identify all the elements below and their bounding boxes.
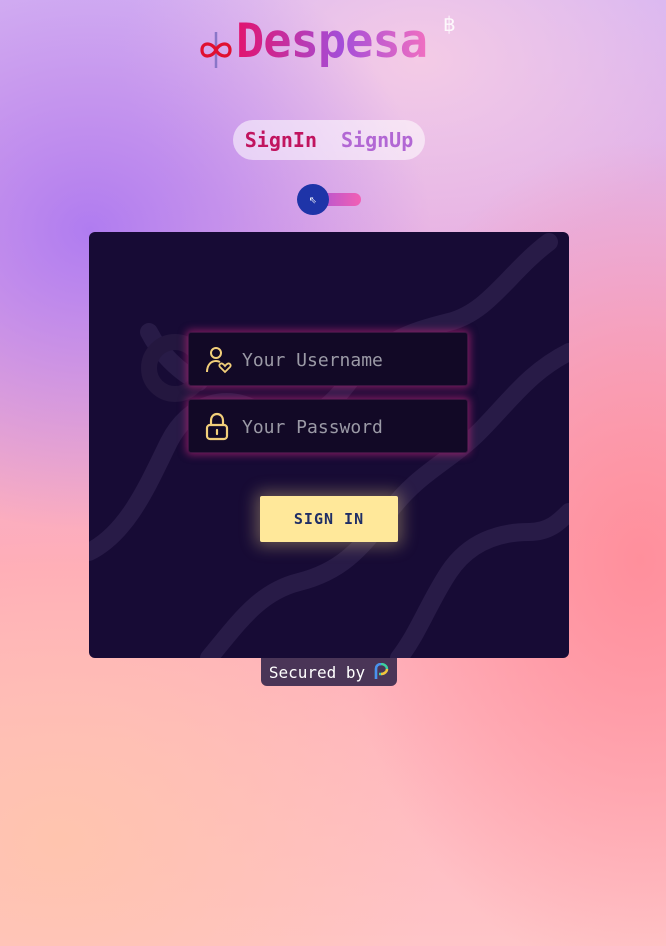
password-input[interactable] [240,400,464,454]
user-heart-icon [206,347,232,374]
lock-icon [205,412,229,441]
username-field [188,332,468,387]
password-field [188,399,468,454]
secured-by-badge[interactable]: Secured by [261,658,397,686]
signin-button[interactable]: SIGN IN [260,496,398,542]
brush-icon: ⇖ [297,184,329,215]
theme-toggle[interactable]: ⇖ [297,184,363,216]
brand-name: Despesa [236,14,428,69]
infinity-icon [200,32,232,68]
tab-signin[interactable]: SignIn [245,128,317,152]
auth-tabs: SignIn SignUp [233,120,425,160]
signin-card: SIGN IN [89,232,569,658]
secured-by-label: Secured by [268,662,366,682]
username-input[interactable] [240,333,464,387]
passage-logo-icon [374,663,389,679]
tab-signup[interactable]: SignUp [341,128,413,152]
coin-icon: ฿ [443,12,456,36]
brand-logo: Despesa ฿ [196,12,466,74]
